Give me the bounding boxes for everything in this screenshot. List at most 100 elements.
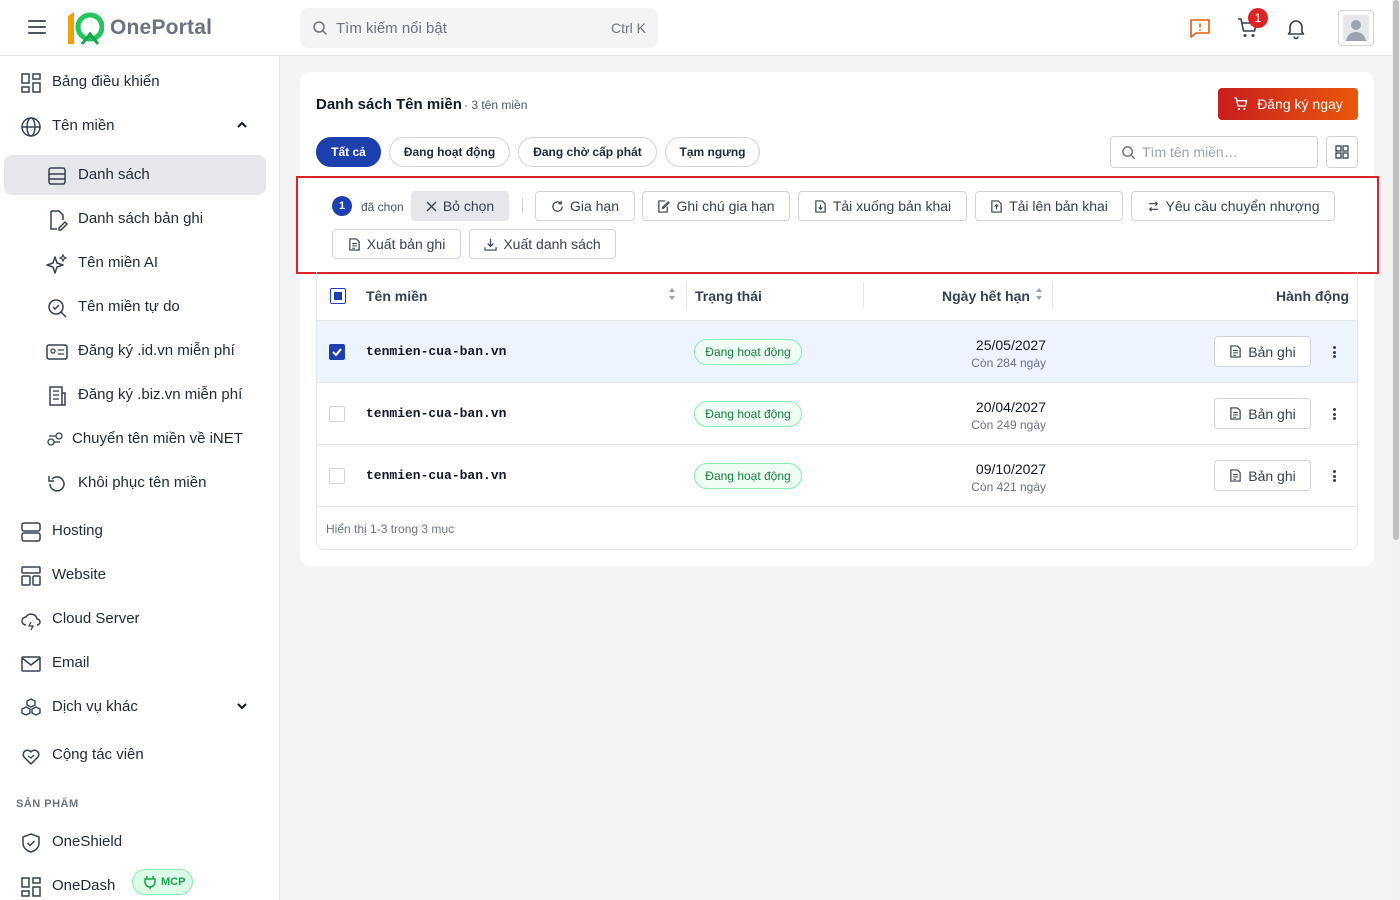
menu-icon[interactable] — [28, 20, 46, 34]
domain-search[interactable] — [1110, 136, 1318, 168]
sidebar-item-label: Danh sách bản ghi — [78, 210, 204, 227]
plug-icon — [144, 876, 156, 889]
register-now-button[interactable]: Đăng ký ngay — [1218, 88, 1358, 120]
domain-name[interactable]: tenmien-cua-ban.vn — [366, 406, 506, 421]
mail-icon — [21, 656, 41, 672]
records-label: Bản ghi — [1248, 467, 1296, 484]
table-row[interactable]: tenmien-cua-ban.vn Đang hoạt động 09/10/… — [317, 445, 1357, 507]
sidebar-item-affiliate[interactable]: Cộng tác viên — [4, 735, 266, 775]
download-declaration-button[interactable]: Tải xuống bản khai — [798, 191, 967, 221]
oneportal-logo-icon — [68, 12, 104, 45]
handshake-heart-icon — [22, 749, 40, 765]
days-remaining: Còn 421 ngày — [971, 480, 1046, 494]
grid-view-button[interactable] — [1326, 136, 1358, 168]
sidebar-item-label: OneDash — [52, 877, 116, 894]
sidebar-item-label: Cloud Server — [52, 610, 140, 627]
select-all-checkbox[interactable] — [330, 288, 346, 304]
feedback-icon[interactable] — [1188, 16, 1212, 40]
avatar[interactable] — [1338, 10, 1374, 46]
sidebar-item-domains[interactable]: Tên miền — [4, 106, 266, 146]
table-row[interactable]: tenmien-cua-ban.vn Đang hoạt động 20/04/… — [317, 383, 1357, 445]
deselect-button[interactable]: Bỏ chọn — [411, 191, 509, 221]
row-checkbox[interactable] — [329, 468, 345, 484]
sidebar-item-free-domain[interactable]: Tên miền tự do — [4, 287, 266, 327]
sidebar-item-email[interactable]: Email — [4, 643, 266, 683]
sidebar-item-other-services[interactable]: Dịch vụ khác — [4, 687, 266, 727]
expiry-date: 09/10/2027 — [975, 461, 1046, 477]
sort-icon[interactable] — [1035, 287, 1043, 301]
status-badge: Đang hoạt động — [694, 401, 802, 427]
file-text-icon — [1230, 469, 1241, 482]
sidebar-item-register-biz-vn[interactable]: Đăng ký .biz.vn miễn phí — [4, 375, 266, 415]
sidebar-item-dashboard[interactable]: Bảng điều khiển — [4, 62, 266, 102]
row-checkbox[interactable] — [329, 344, 345, 360]
sidebar-item-website[interactable]: Website — [4, 555, 266, 595]
tab-all[interactable]: Tất cả — [316, 137, 381, 167]
id-card-icon — [46, 344, 68, 360]
sidebar-item-onedash[interactable]: OneDash MCP — [4, 866, 266, 900]
sparkles-icon — [46, 253, 68, 274]
sidebar-item-label: Danh sách — [78, 166, 150, 183]
sidebar-item-transfer-to-inet[interactable]: Chuyển tên miền về iNET — [4, 419, 266, 459]
sidebar-item-label: Đăng ký .id.vn miễn phí — [78, 342, 235, 359]
tab-active[interactable]: Đang hoạt động — [389, 137, 510, 167]
records-button[interactable]: Bản ghi — [1214, 336, 1311, 367]
sidebar-item-ai-domain[interactable]: Tên miền AI — [4, 243, 266, 283]
check-icon — [332, 348, 342, 357]
global-search[interactable]: Tìm kiếm nổi bật Ctrl K — [300, 8, 658, 48]
sidebar-item-register-id-vn[interactable]: Đăng ký .id.vn miễn phí — [4, 331, 266, 371]
column-header-actions: Hành động — [1276, 288, 1350, 304]
upload-declaration-button[interactable]: Tải lên bản khai — [975, 191, 1123, 221]
export-records-button[interactable]: Xuất bản ghi — [332, 229, 461, 259]
domain-search-input[interactable] — [1142, 144, 1312, 160]
sidebar-item-label: Chuyển tên miền về iNET — [72, 430, 243, 447]
domain-name[interactable]: tenmien-cua-ban.vn — [366, 344, 506, 359]
renew-button[interactable]: Gia hạn — [535, 191, 635, 221]
records-button[interactable]: Bản ghi — [1214, 398, 1311, 429]
sidebar-item-hosting[interactable]: Hosting — [4, 511, 266, 551]
transfer-icon — [1148, 200, 1158, 212]
list-icon — [48, 167, 66, 185]
file-download-icon — [815, 199, 826, 213]
expiry-date: 20/04/2027 — [975, 399, 1046, 415]
sidebar-item-label: Tên miền AI — [78, 254, 159, 271]
boxes-icon — [21, 698, 41, 716]
sidebar-item-restore-domain[interactable]: Khôi phục tên miền — [4, 463, 266, 503]
sidebar-item-cloud-server[interactable]: Cloud Server — [4, 599, 266, 639]
tab-suspended[interactable]: Tạm ngưng — [665, 137, 760, 167]
file-text-icon — [348, 237, 360, 251]
sidebar-item-label: Bảng điều khiển — [52, 73, 160, 90]
table-row[interactable]: tenmien-cua-ban.vn Đang hoạt động 25/05/… — [317, 321, 1357, 383]
renewal-note-button[interactable]: Ghi chú gia hạn — [642, 191, 790, 221]
column-header-domain[interactable]: Tên miền — [366, 288, 427, 304]
export-list-button[interactable]: Xuất danh sách — [469, 229, 616, 259]
column-header-expiry[interactable]: Ngày hết hạn — [942, 288, 1030, 304]
transfer-icon — [47, 432, 63, 446]
scrollbar-thumb[interactable] — [1393, 0, 1399, 540]
section-title-products: SẢN PHẨM — [16, 798, 79, 810]
sidebar-item-record-list[interactable]: Danh sách bản ghi — [4, 199, 266, 239]
transfer-request-button[interactable]: Yêu cầu chuyển nhượng — [1131, 191, 1335, 221]
sidebar-item-domain-list[interactable]: Danh sách — [4, 155, 266, 195]
sort-icon[interactable] — [668, 287, 676, 301]
bulk-action-bar: 1 đã chọn Bỏ chọn Gia hạn Ghi chú gia hạ… — [296, 176, 1379, 274]
sidebar-item-label: Khôi phục tên miền — [78, 474, 207, 491]
sidebar-item-oneshield[interactable]: OneShield — [4, 822, 266, 862]
register-now-label: Đăng ký ngay — [1257, 96, 1343, 112]
records-button[interactable]: Bản ghi — [1214, 460, 1311, 491]
logo[interactable]: OnePortal — [64, 10, 212, 46]
edit-note-icon — [658, 199, 671, 213]
top-header: OnePortal Tìm kiếm nổi bật Ctrl K 1 — [0, 0, 1400, 56]
more-options-icon[interactable] — [1328, 406, 1340, 422]
cart-icon — [1234, 97, 1248, 111]
status-badge: Đang hoạt động — [694, 339, 802, 365]
row-checkbox[interactable] — [329, 406, 345, 422]
sidebar-item-label: Email — [52, 654, 90, 671]
bell-icon[interactable] — [1284, 16, 1308, 40]
domain-name[interactable]: tenmien-cua-ban.vn — [366, 468, 506, 483]
more-options-icon[interactable] — [1328, 344, 1340, 360]
rotate-ccw-icon — [48, 476, 65, 492]
domain-table: Tên miền Trạng thái Ngày hết hạn Hành độ… — [316, 272, 1358, 550]
tab-pending[interactable]: Đang chờ cấp phát — [518, 137, 657, 167]
more-options-icon[interactable] — [1328, 468, 1340, 484]
